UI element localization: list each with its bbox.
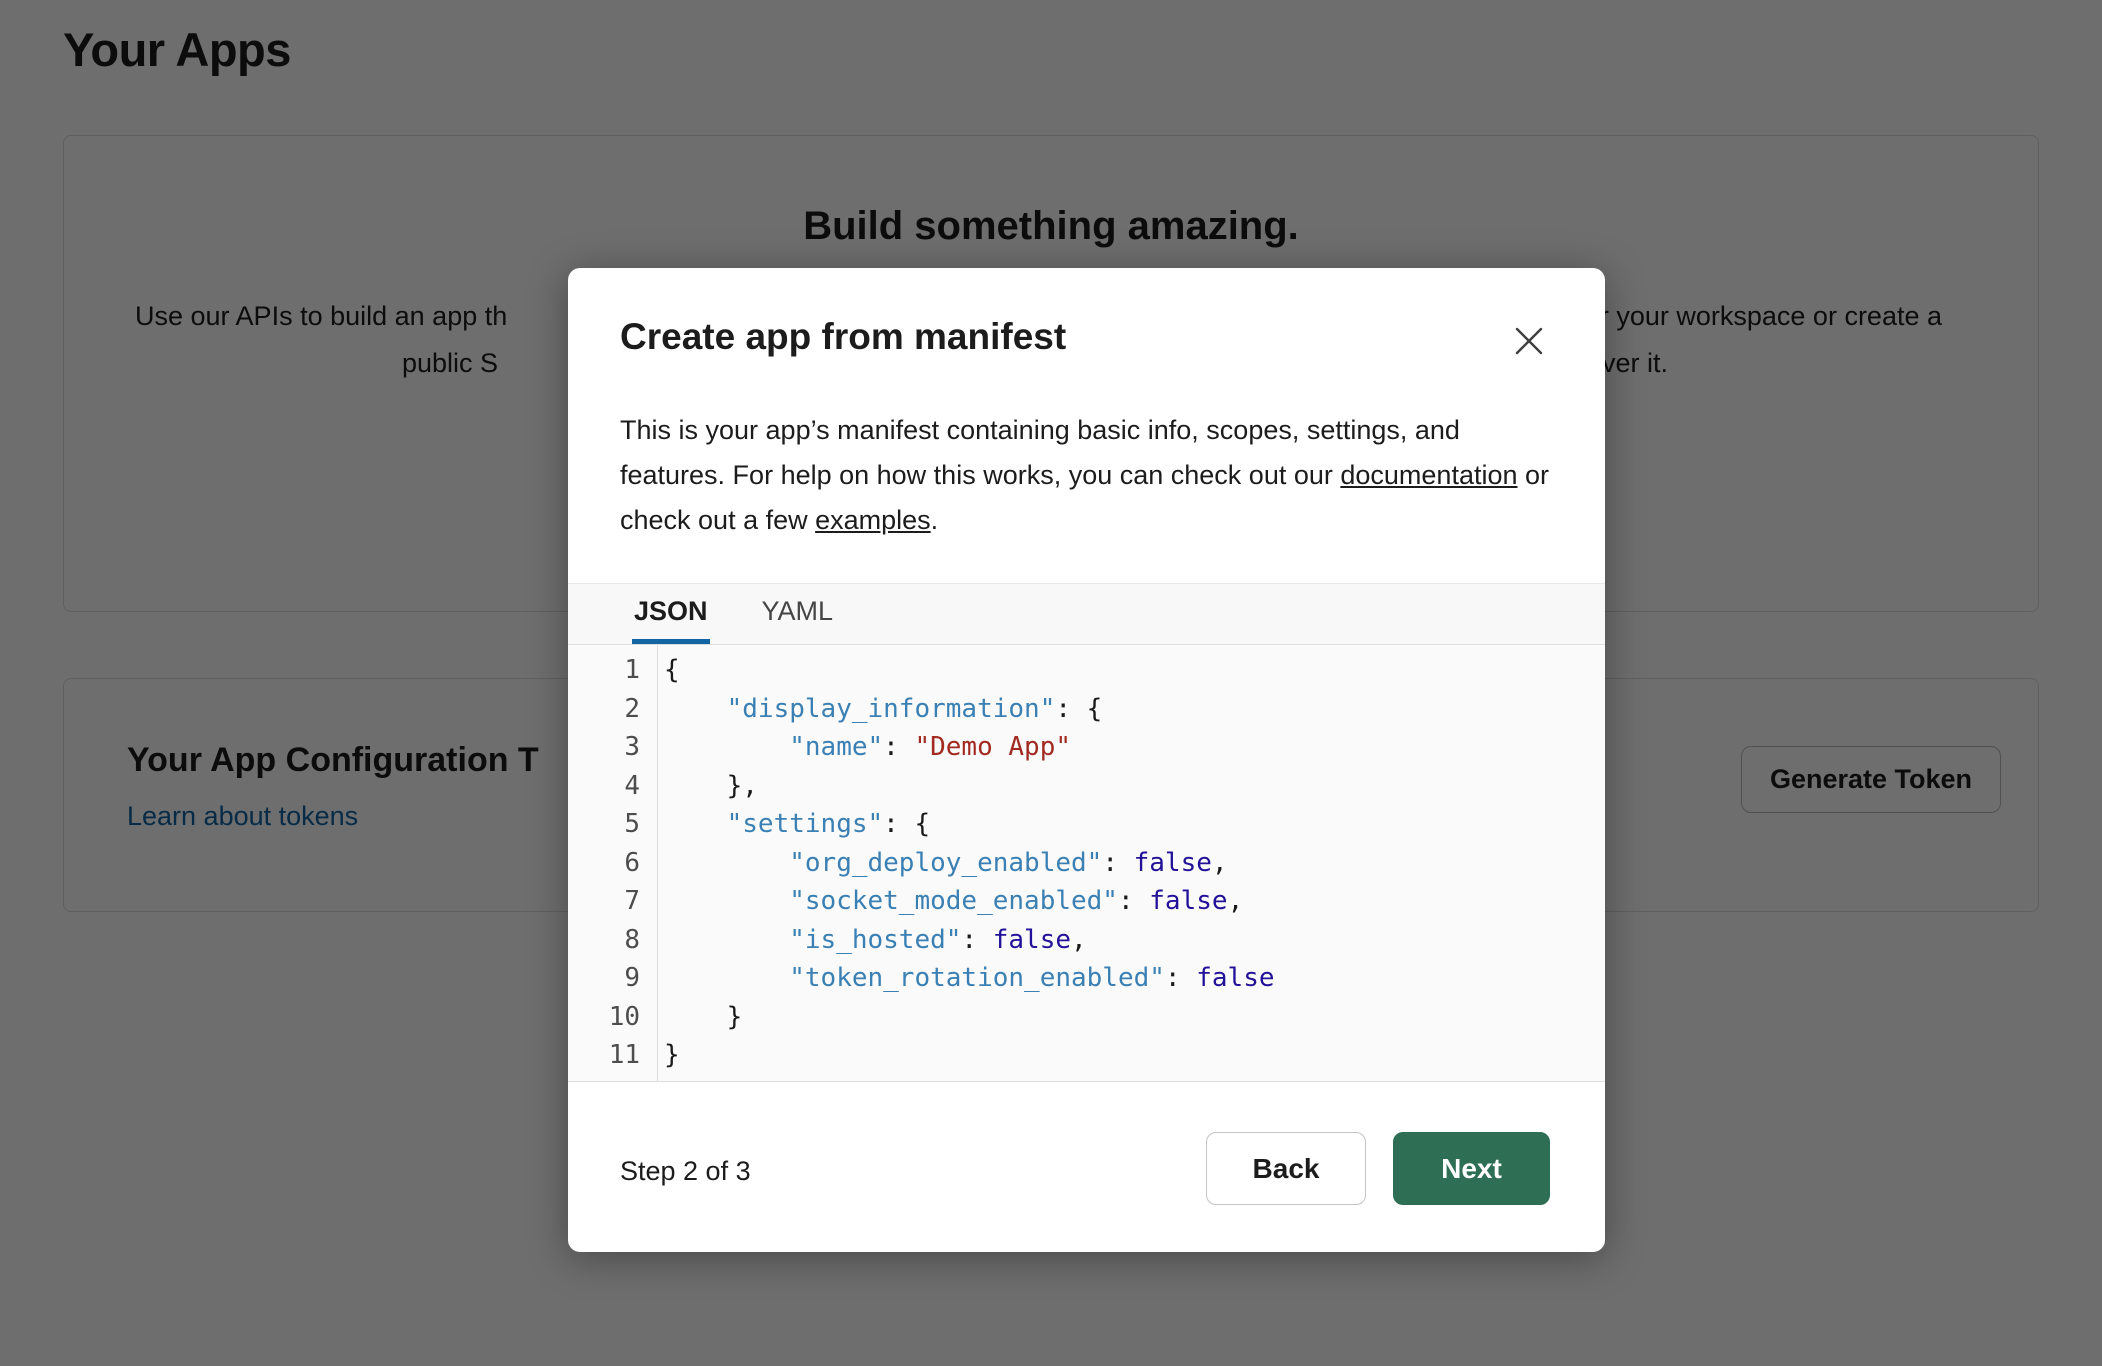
code-line: 2 "display_information": {: [568, 690, 1605, 729]
step-indicator: Step 2 of 3: [620, 1156, 751, 1187]
line-number: 10: [568, 998, 650, 1037]
code-line: 5 "settings": {: [568, 805, 1605, 844]
line-number: 8: [568, 921, 650, 960]
code-text: "org_deploy_enabled": false,: [650, 844, 1228, 883]
manifest-format-tab-bar: JSON YAML: [568, 583, 1605, 645]
description-text: .: [931, 505, 939, 535]
code-text: }: [650, 998, 742, 1037]
line-number: 5: [568, 805, 650, 844]
code-line: 7 "socket_mode_enabled": false,: [568, 882, 1605, 921]
code-text: {: [650, 651, 680, 690]
close-icon: [1514, 326, 1544, 356]
tab-yaml[interactable]: YAML: [760, 584, 836, 644]
gutter-separator: [657, 645, 658, 1081]
code-text: "socket_mode_enabled": false,: [650, 882, 1243, 921]
code-text: }: [650, 1036, 680, 1075]
line-number: 3: [568, 728, 650, 767]
line-number: 11: [568, 1036, 650, 1075]
tab-json[interactable]: JSON: [632, 584, 710, 644]
documentation-link[interactable]: documentation: [1340, 460, 1517, 490]
description-text: This is your app’s manifest containing b…: [620, 415, 1460, 490]
code-text: "is_hosted": false,: [650, 921, 1087, 960]
line-number: 9: [568, 959, 650, 998]
line-number: 2: [568, 690, 650, 729]
close-button[interactable]: [1506, 318, 1552, 364]
code-line: 6 "org_deploy_enabled": false,: [568, 844, 1605, 883]
code-line: 3 "name": "Demo App": [568, 728, 1605, 767]
code-text: },: [650, 767, 758, 806]
back-button[interactable]: Back: [1206, 1132, 1366, 1205]
modal-description: This is your app’s manifest containing b…: [620, 408, 1552, 543]
line-number: 7: [568, 882, 650, 921]
next-button[interactable]: Next: [1393, 1132, 1550, 1205]
create-app-from-manifest-modal: Create app from manifest This is your ap…: [568, 268, 1605, 1252]
manifest-code-editor[interactable]: 1{2 "display_information": {3 "name": "D…: [568, 645, 1605, 1082]
modal-title: Create app from manifest: [620, 316, 1066, 358]
line-number: 1: [568, 651, 650, 690]
line-number: 4: [568, 767, 650, 806]
code-text: "token_rotation_enabled": false: [650, 959, 1275, 998]
code-line: 9 "token_rotation_enabled": false: [568, 959, 1605, 998]
code-line: 10 }: [568, 998, 1605, 1037]
code-text: "name": "Demo App": [650, 728, 1071, 767]
code-text: "display_information": {: [650, 690, 1102, 729]
code-line: 11}: [568, 1036, 1605, 1075]
code-line: 8 "is_hosted": false,: [568, 921, 1605, 960]
code-line: 1{: [568, 651, 1605, 690]
line-number: 6: [568, 844, 650, 883]
code-text: "settings": {: [650, 805, 930, 844]
code-line: 4 },: [568, 767, 1605, 806]
examples-link[interactable]: examples: [815, 505, 931, 535]
